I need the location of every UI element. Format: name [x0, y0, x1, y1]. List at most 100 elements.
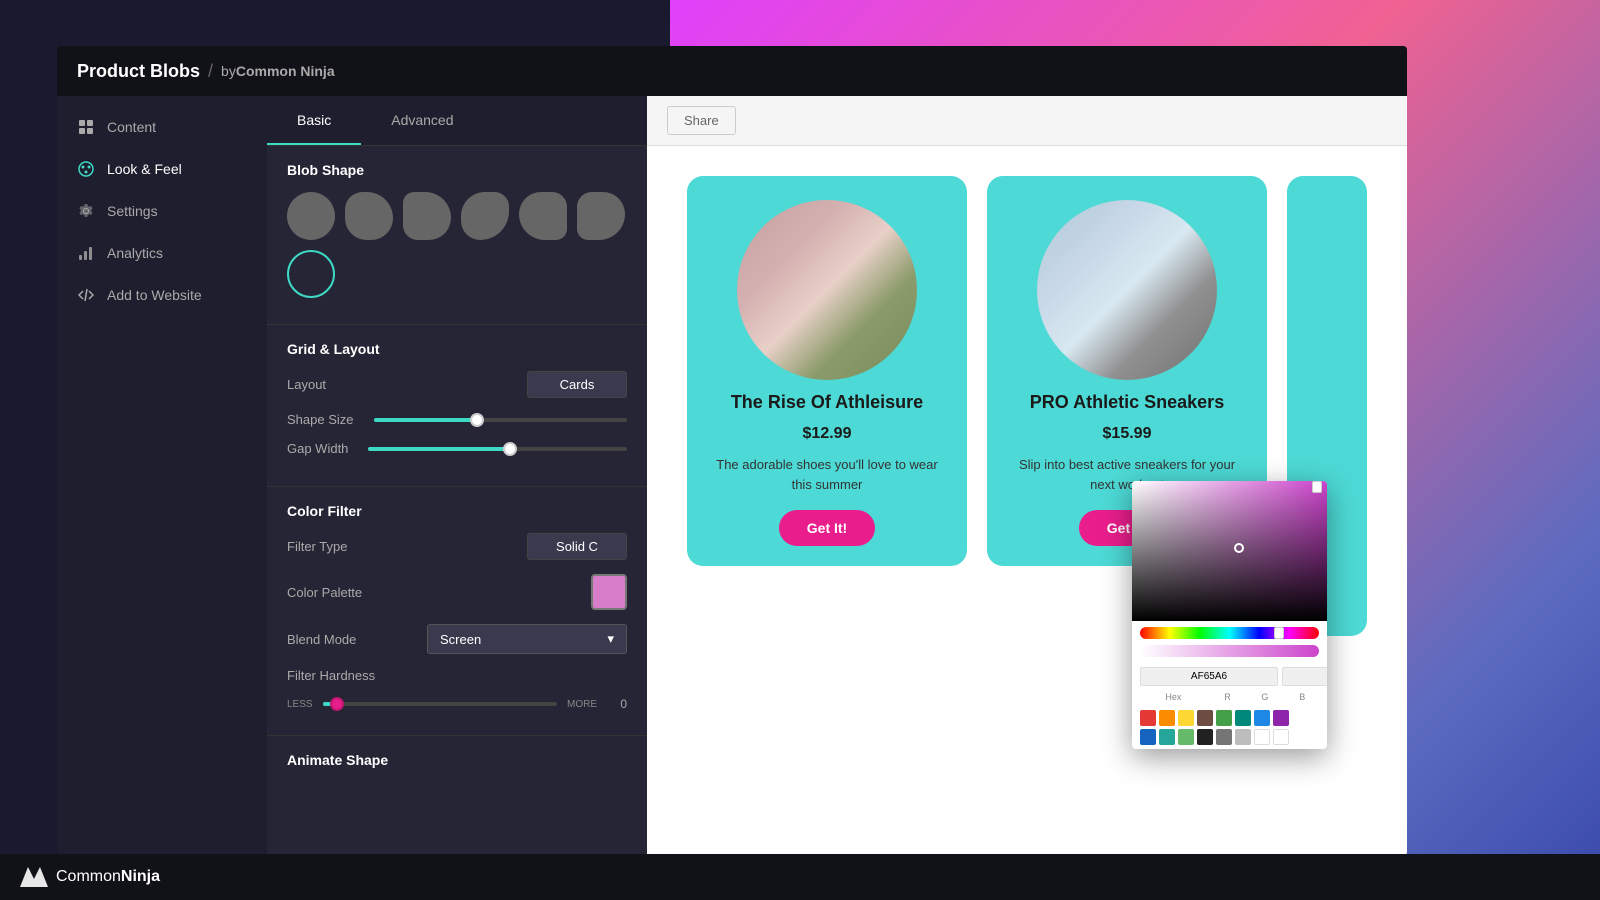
animate-shape-title: Animate Shape: [287, 752, 627, 768]
tab-advanced[interactable]: Advanced: [361, 96, 483, 145]
hardness-value: 0: [607, 697, 627, 711]
share-button[interactable]: Share: [667, 106, 736, 135]
tab-basic[interactable]: Basic: [267, 96, 361, 145]
blob-shape-5[interactable]: [519, 192, 567, 240]
palette-icon: [77, 160, 95, 178]
alpha-slider[interactable]: [1140, 645, 1319, 657]
hardness-more-label: MORE: [567, 699, 597, 710]
filter-hardness-slider-row: LESS MORE 0: [287, 697, 627, 711]
swatch-row-2: [1140, 729, 1319, 745]
color-swatches: [1132, 708, 1327, 749]
app-title: Product Blobs: [77, 61, 200, 82]
swatch-cyan[interactable]: [1159, 729, 1175, 745]
blend-mode-row: Blend Mode Screen ▾: [287, 624, 627, 654]
swatch-purple[interactable]: [1273, 710, 1289, 726]
color-gradient-canvas[interactable]: [1132, 481, 1327, 621]
hex-input[interactable]: [1140, 667, 1278, 686]
product-desc-1: The adorable shoes you'll love to wear t…: [707, 455, 947, 494]
layout-input[interactable]: Cards: [527, 371, 627, 398]
swatch-teal[interactable]: [1235, 710, 1251, 726]
color-input-labels: Hex R G B: [1132, 692, 1327, 708]
title-by: by: [221, 63, 236, 79]
shoe-image-grey: [1037, 200, 1217, 380]
color-filter-title: Color Filter: [287, 503, 627, 519]
preview-topbar: Share: [647, 96, 1407, 146]
blob-shapes-row2: [287, 250, 627, 298]
swatch-red[interactable]: [1140, 710, 1156, 726]
swatch-yellow[interactable]: [1178, 710, 1194, 726]
swatch-white[interactable]: [1254, 729, 1270, 745]
product-price-2: $15.99: [1103, 425, 1152, 443]
app-container: Product Blobs / by Common Ninja Content: [57, 46, 1407, 856]
hue-slider[interactable]: [1140, 627, 1319, 639]
swatch-dark-grey[interactable]: [1216, 729, 1232, 745]
color-palette-row: Color Palette: [287, 574, 627, 610]
product-card-1: The Rise Of Athleisure $12.99 The adorab…: [687, 176, 967, 566]
swatch-green[interactable]: [1216, 710, 1232, 726]
product-btn-1[interactable]: Get It!: [779, 510, 875, 546]
hue-thumb: [1274, 627, 1284, 639]
sidebar-item-add-to-website[interactable]: Add to Website: [57, 274, 267, 316]
swatch-white2[interactable]: [1273, 729, 1289, 745]
filter-hardness-row: Filter Hardness: [287, 668, 627, 683]
swatch-brown[interactable]: [1197, 710, 1213, 726]
color-cursor: [1234, 543, 1244, 553]
swatch-black[interactable]: [1197, 729, 1213, 745]
hex-label: Hex: [1140, 692, 1207, 702]
settings-panel: Basic Advanced Blob Shape: [267, 96, 647, 856]
product-image-2: [1037, 200, 1217, 380]
blob-shape-2[interactable]: [345, 192, 393, 240]
color-inputs: [1132, 663, 1327, 692]
shoe-image-pink: [737, 200, 917, 380]
blend-mode-label: Blend Mode: [287, 632, 356, 647]
filter-type-input[interactable]: Solid C: [527, 533, 627, 560]
filter-type-row: Filter Type Solid C: [287, 533, 627, 560]
swatch-row-1: [1140, 710, 1319, 726]
swatch-orange[interactable]: [1159, 710, 1175, 726]
r-input[interactable]: [1282, 667, 1327, 686]
panel-tabs: Basic Advanced: [267, 96, 647, 146]
title-brand: Common Ninja: [236, 63, 335, 79]
product-image-1: [737, 200, 917, 380]
body-area: Content Look & Feel: [57, 96, 1407, 856]
sidebar-item-settings[interactable]: Settings: [57, 190, 267, 232]
swatch-light-grey[interactable]: [1235, 729, 1251, 745]
sidebar-item-look-feel[interactable]: Look & Feel: [57, 148, 267, 190]
filter-hardness-slider[interactable]: [323, 702, 557, 706]
swatch-dark-blue[interactable]: [1140, 729, 1156, 745]
r-label: R: [1211, 692, 1244, 702]
sidebar-item-analytics-label: Analytics: [107, 245, 163, 261]
sidebar-item-content-label: Content: [107, 119, 156, 135]
filter-type-label: Filter Type: [287, 539, 347, 554]
product-title-1: The Rise Of Athleisure: [731, 392, 923, 413]
shape-size-slider[interactable]: [374, 418, 628, 422]
preview-area: Share The Rise Of Athleisure $12.99 The …: [647, 96, 1407, 856]
sidebar-item-settings-label: Settings: [107, 203, 158, 219]
grid-layout-title: Grid & Layout: [287, 341, 627, 357]
sidebar-item-add-to-website-label: Add to Website: [107, 287, 202, 303]
blob-shape-4[interactable]: [461, 192, 509, 240]
title-separator: /: [208, 61, 213, 82]
shape-size-row: Shape Size: [287, 412, 627, 427]
blob-shape-1[interactable]: [287, 192, 335, 240]
sidebar: Content Look & Feel: [57, 96, 267, 856]
blob-shape-6[interactable]: [577, 192, 625, 240]
color-picker-popup: Hex R G B: [1132, 481, 1327, 749]
gap-width-slider[interactable]: [368, 447, 627, 451]
color-palette-swatch[interactable]: [591, 574, 627, 610]
swatch-blue[interactable]: [1254, 710, 1270, 726]
blend-mode-select[interactable]: Screen ▾: [427, 624, 627, 654]
product-price-1: $12.99: [803, 425, 852, 443]
chart-icon: [77, 244, 95, 262]
layout-label: Layout: [287, 377, 326, 392]
sidebar-item-analytics[interactable]: Analytics: [57, 232, 267, 274]
sidebar-item-content[interactable]: Content: [57, 106, 267, 148]
swatch-light-green[interactable]: [1178, 729, 1194, 745]
blob-shape-title: Blob Shape: [287, 162, 627, 178]
blob-shape-3[interactable]: [403, 192, 451, 240]
footer: CommonNinja: [0, 854, 1600, 900]
animate-shape-section: Animate Shape: [267, 735, 647, 798]
footer-logo-text: CommonNinja: [56, 868, 160, 886]
grid-icon: [77, 118, 95, 136]
blob-shape-outline[interactable]: [287, 250, 335, 298]
